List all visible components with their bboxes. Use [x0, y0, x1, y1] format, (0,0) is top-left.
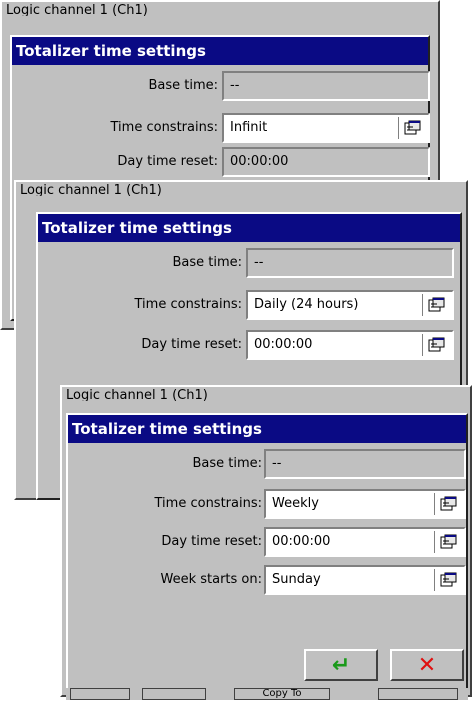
toolbar-button-1[interactable]: [70, 688, 130, 700]
edit-picker-icon[interactable]: [398, 117, 426, 139]
week-starts-on-value: Sunday: [272, 572, 321, 587]
copy-to-label: Copy To: [262, 688, 302, 699]
time-constrains-field[interactable]: Weekly: [264, 489, 466, 519]
toolbar-button-4[interactable]: [378, 688, 458, 700]
edit-picker-icon[interactable]: [434, 493, 462, 515]
base-time-row: Base time: --: [68, 449, 466, 479]
totalizer-dialog-3: Totalizer time settings Base time: -- Ti…: [66, 413, 468, 691]
base-time-field: --: [264, 449, 466, 479]
edit-picker-icon[interactable]: [434, 531, 462, 553]
day-time-reset-label: Day time reset:: [141, 337, 242, 352]
week-starts-on-label: Week starts on:: [160, 572, 262, 587]
day-time-reset-row: Day time reset: 00:00:00: [38, 330, 460, 360]
week-starts-on-field[interactable]: Sunday: [264, 565, 466, 595]
week-starts-on-row: Week starts on: Sunday: [68, 565, 466, 595]
dialog-title: Totalizer time settings: [68, 415, 466, 443]
day-time-reset-row: Day time reset: 00:00:00: [12, 147, 430, 177]
edit-picker-icon[interactable]: [434, 569, 462, 591]
day-time-reset-field[interactable]: 00:00:00: [246, 330, 454, 360]
edit-picker-icon[interactable]: [422, 334, 450, 356]
time-constrains-value: Infinit: [230, 120, 268, 135]
time-constrains-field[interactable]: Daily (24 hours): [246, 290, 454, 320]
base-time-field: --: [246, 248, 454, 278]
copy-to-button[interactable]: Copy To: [234, 688, 330, 700]
time-constrains-value: Daily (24 hours): [254, 297, 359, 312]
toolbar-button-2[interactable]: [142, 688, 206, 700]
time-constrains-value: Weekly: [272, 496, 319, 511]
base-time-field: --: [222, 71, 430, 101]
close-icon: ✕: [417, 652, 437, 678]
time-constrains-field[interactable]: Infinit: [222, 113, 430, 143]
time-constrains-label: Time constrains:: [134, 297, 242, 312]
day-time-reset-field: 00:00:00: [222, 147, 430, 177]
dialog-title: Totalizer time settings: [12, 37, 428, 65]
day-time-reset-label: Day time reset:: [117, 154, 218, 169]
ok-button[interactable]: ↵: [304, 649, 378, 681]
background-window-title: Logic channel 1 (Ch1): [6, 4, 148, 16]
settings-window-3: Logic channel 1 (Ch1) Totalizer time set…: [60, 385, 472, 697]
base-time-row: Base time: --: [38, 248, 460, 278]
edit-picker-icon[interactable]: [422, 294, 450, 316]
dialog-title: Totalizer time settings: [38, 214, 460, 242]
cancel-button[interactable]: ✕: [390, 649, 464, 681]
day-time-reset-value: 00:00:00: [254, 337, 313, 352]
time-constrains-row: Time constrains: Weekly: [68, 489, 466, 519]
base-time-label: Base time:: [148, 78, 218, 93]
day-time-reset-row: Day time reset: 00:00:00: [68, 527, 466, 557]
base-time-label: Base time:: [172, 255, 242, 270]
time-constrains-label: Time constrains:: [154, 496, 262, 511]
time-constrains-label: Time constrains:: [110, 120, 218, 135]
base-time-row: Base time: --: [12, 71, 430, 101]
time-constrains-row: Time constrains: Infinit: [12, 113, 430, 143]
time-constrains-row: Time constrains: Daily (24 hours): [38, 290, 460, 320]
background-window-title: Logic channel 1 (Ch1): [20, 184, 162, 196]
base-time-label: Base time:: [192, 456, 262, 471]
day-time-reset-field[interactable]: 00:00:00: [264, 527, 466, 557]
background-window-title: Logic channel 1 (Ch1): [66, 389, 208, 401]
day-time-reset-value: 00:00:00: [272, 534, 331, 549]
enter-arrow-icon: ↵: [331, 652, 351, 678]
bottom-toolbar: Copy To: [66, 688, 468, 700]
day-time-reset-label: Day time reset:: [161, 534, 262, 549]
